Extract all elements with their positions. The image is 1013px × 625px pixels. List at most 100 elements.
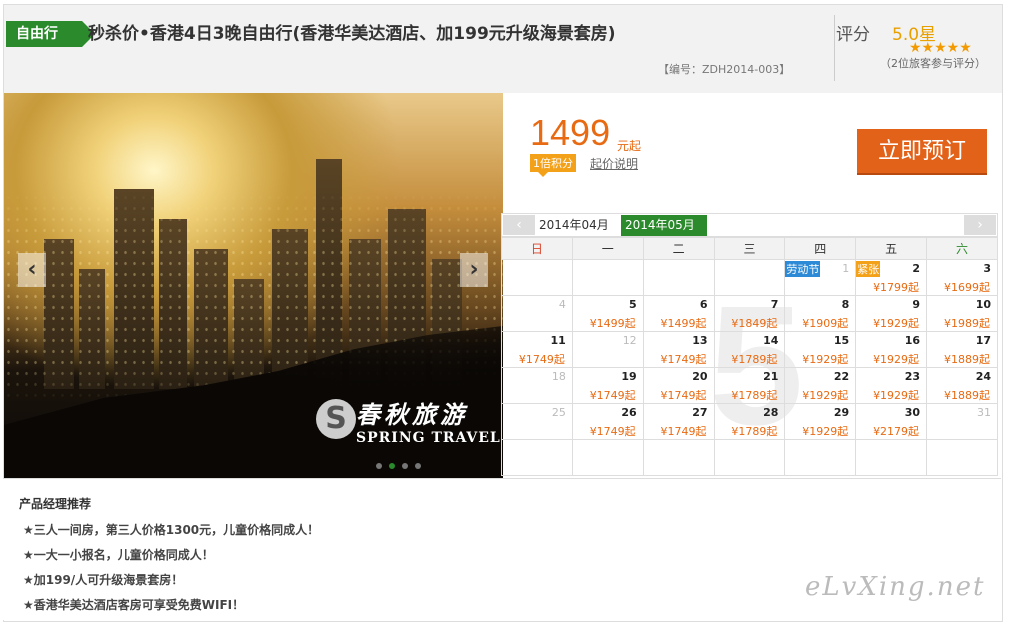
divider [834,15,835,81]
calendar-day-cell[interactable]: 28 ¥1789起 [713,403,786,440]
calendar-day-cell[interactable]: 5 ¥1499起 [571,295,644,332]
tab-month-may[interactable]: 2014年05月 [621,215,707,236]
day-price[interactable]: ¥1499起 [590,315,636,331]
calendar-day-cell[interactable]: 9 ¥1929起 [855,295,928,332]
calendar-day-cell[interactable]: 26 ¥1749起 [571,403,644,440]
day-price[interactable]: ¥1789起 [731,351,777,367]
day-number: 15 [833,334,850,347]
day-number: 3 [983,262,991,275]
calendar-day-cell: 劳动节 1 [784,259,857,296]
carousel-dots[interactable] [376,458,428,472]
calendar-day-cell[interactable]: 紧张 2 ¥1799起 [855,259,928,296]
carousel-dot[interactable] [402,463,408,469]
calendar-day-cell [713,439,786,476]
day-price[interactable]: ¥1889起 [944,387,990,403]
calendar-week-row [501,439,998,476]
day-number: 8 [841,298,850,311]
calendar-day-cell[interactable]: 15 ¥1929起 [784,331,857,368]
day-number: 20 [692,370,708,383]
day-number: 27 [692,406,708,419]
prev-month-button[interactable]: ‹ [503,215,535,235]
tab-month-april[interactable]: 2014年04月 [535,215,621,236]
calendar-day-cell[interactable]: 7 ¥1849起 [713,295,786,332]
day-price[interactable]: ¥1929起 [873,315,919,331]
calendar-day-cell[interactable]: 13 ¥1749起 [642,331,715,368]
carousel-prev-button[interactable]: ‹ [18,253,46,287]
calendar-day-cell[interactable]: 11 ¥1749起 [501,331,573,368]
calendar-day-cell[interactable]: 8 ¥1909起 [784,295,857,332]
day-price[interactable]: ¥1929起 [802,351,848,367]
category-tag: 自由行 [6,21,95,47]
calendar-day-cell[interactable]: 23 ¥1929起 [855,367,928,404]
day-number: 5 [629,298,637,311]
day-price[interactable]: ¥1789起 [731,423,777,439]
day-price[interactable]: ¥1749起 [519,351,565,367]
next-month-button[interactable]: › [964,215,996,235]
rating-count: （2位旅客参与评分） [880,57,986,70]
calendar-day-cell[interactable]: 27 ¥1749起 [642,403,715,440]
carousel-next-button[interactable]: › [460,253,488,287]
calendar-day-cell [501,259,573,296]
calendar-day-cell[interactable]: 6 ¥1499起 [642,295,715,332]
day-price[interactable]: ¥2179起 [873,423,919,439]
calendar-day-cell[interactable]: 14 ¥1789起 [713,331,786,368]
day-number: 30 [904,406,921,419]
list-item: ★三人一间房，第三人价格1300元，儿童价格同成人！ [23,523,320,537]
calendar-day-cell: 4 [501,295,573,332]
day-price[interactable]: ¥1499起 [661,315,707,331]
day-price[interactable]: ¥1799起 [873,279,919,295]
day-price[interactable]: ¥1749起 [590,423,636,439]
holiday-badge: 紧张 [856,261,881,277]
day-price[interactable]: ¥1929起 [873,387,919,403]
day-number: 16 [904,334,921,347]
carousel-dot-active[interactable] [389,463,395,469]
carousel-dot[interactable] [376,463,382,469]
calendar-day-cell[interactable]: 16 ¥1929起 [855,331,928,368]
day-price[interactable]: ¥1929起 [873,351,919,367]
watermark-en: SPRING TRAVEL [356,430,501,446]
product-header: 自由行 秒杀价•香港4日3晚自由行(香港华美达酒店、加199元升级海景套房) 【… [4,5,1002,93]
calendar-day-cell[interactable]: 29 ¥1929起 [784,403,857,440]
day-price[interactable]: ¥1699起 [944,279,990,295]
calendar-day-cell: 12 [571,331,644,368]
day-number: 9 [912,298,921,311]
calendar-day-cell [642,439,715,476]
calendar-day-cell [571,259,644,296]
calendar-day-cell[interactable]: 30 ¥2179起 [855,403,928,440]
day-price[interactable]: ¥1929起 [802,387,848,403]
site-watermark: eLvXing.net [805,572,986,602]
day-price[interactable]: ¥1989起 [944,315,990,331]
list-item: ★一大一小报名，儿童价格同成人！ [23,548,214,562]
calendar-day-cell[interactable]: 3 ¥1699起 [926,259,998,296]
day-number: 2 [912,262,921,275]
calendar-day-cell[interactable]: 17 ¥1889起 [926,331,998,368]
day-number: 13 [692,334,708,347]
day-price[interactable]: ¥1749起 [590,387,636,403]
calendar-day-cell[interactable]: 10 ¥1989起 [926,295,998,332]
day-number: 12 [622,334,637,347]
calendar-day-cell[interactable]: 22 ¥1929起 [784,367,857,404]
book-now-button[interactable]: 立即预订 [857,129,987,175]
calendar-week-row: 4 5 ¥1499起 6 ¥1499起 7 ¥1849起 8 ¥1909起 9 ¥1929起 10 ¥1… [501,295,998,332]
day-price[interactable]: ¥1789起 [731,387,777,403]
rating-label: 评分 [836,25,870,45]
day-price[interactable]: ¥1929起 [802,423,848,439]
calendar-day-cell[interactable]: 24 ¥1889起 [926,367,998,404]
price-note-link[interactable]: 起价说明 [590,155,638,172]
day-price[interactable]: ¥1749起 [661,387,707,403]
recommendation-list: ★三人一间房，第三人价格1300元，儿童价格同成人！ ★一大一小报名，儿童价格同… [23,521,319,621]
product-photo-carousel[interactable]: ‹ › S 春秋旅游 SPRING TRAVEL [4,93,503,479]
day-number: 23 [904,370,921,383]
day-price[interactable]: ¥1849起 [731,315,777,331]
day-number: 21 [763,370,779,383]
calendar-day-cell[interactable]: 19 ¥1749起 [571,367,644,404]
calendar-day-cell[interactable]: 21 ¥1789起 [713,367,786,404]
carousel-dot[interactable] [415,463,421,469]
watermark-cn: 春秋旅游 [356,400,468,429]
day-price[interactable]: ¥1749起 [661,351,707,367]
day-price[interactable]: ¥1889起 [944,351,990,367]
calendar-day-cell: 31 [926,403,998,440]
calendar-day-cell[interactable]: 20 ¥1749起 [642,367,715,404]
day-price[interactable]: ¥1749起 [661,423,707,439]
day-price[interactable]: ¥1909起 [802,315,848,331]
